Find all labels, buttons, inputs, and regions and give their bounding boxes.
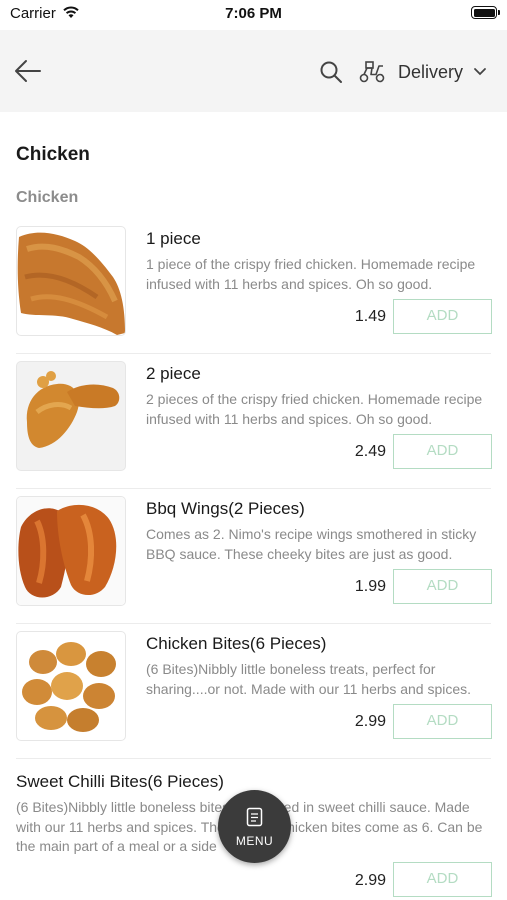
scooter-icon bbox=[359, 61, 385, 83]
add-button[interactable]: ADD bbox=[393, 862, 492, 897]
item-price: 2.99 bbox=[354, 872, 386, 889]
item-description: 1 piece of the crispy fried chicken. Hom… bbox=[146, 256, 476, 292]
item-image bbox=[16, 496, 126, 606]
top-nav-bar: Delivery bbox=[0, 30, 507, 112]
item-price: 1.49 bbox=[354, 308, 386, 325]
menu-card-icon bbox=[246, 807, 263, 827]
menu-button-label: MENU bbox=[235, 834, 274, 848]
menu-item[interactable]: Bbq Wings(2 Pieces) Comes as 2. Nimo's r… bbox=[0, 496, 507, 631]
item-name: Bbq Wings(2 Pieces) bbox=[146, 499, 305, 518]
add-button[interactable]: ADD bbox=[393, 299, 492, 334]
subcategory-title: Chicken bbox=[16, 189, 79, 206]
item-image bbox=[16, 226, 126, 336]
menu-item[interactable]: Chicken Bites(6 Pieces) (6 Bites)Nibbly … bbox=[0, 631, 507, 766]
add-button[interactable]: ADD bbox=[393, 434, 492, 469]
add-button[interactable]: ADD bbox=[393, 569, 492, 604]
clock: 7:06 PM bbox=[225, 5, 282, 22]
item-description: Comes as 2. Nimo's recipe wings smothere… bbox=[146, 526, 477, 562]
item-description: (6 Bites)Nibbly little boneless treats, … bbox=[146, 661, 472, 697]
item-name: Sweet Chilli Bites(6 Pieces) bbox=[16, 772, 224, 791]
menu-item[interactable]: 1 piece 1 piece of the crispy fried chic… bbox=[0, 226, 507, 361]
chevron-down-icon bbox=[474, 68, 486, 76]
item-image bbox=[16, 361, 126, 471]
category-title: Chicken bbox=[16, 144, 90, 165]
item-price: 2.99 bbox=[354, 713, 386, 730]
item-price: 2.49 bbox=[354, 443, 386, 460]
item-name: 2 piece bbox=[146, 364, 201, 383]
item-name: 1 piece bbox=[146, 229, 201, 248]
arrow-left-icon[interactable] bbox=[14, 58, 42, 84]
status-bar: Carrier 7:06 PM bbox=[0, 0, 507, 30]
battery-icon bbox=[471, 6, 500, 19]
item-description: 2 pieces of the crispy fried chicken. Ho… bbox=[146, 391, 483, 427]
add-button[interactable]: ADD bbox=[393, 704, 492, 739]
delivery-mode-selector[interactable]: Delivery bbox=[358, 58, 487, 86]
search-icon[interactable] bbox=[319, 60, 343, 84]
divider bbox=[16, 758, 491, 759]
menu-item[interactable]: 2 piece 2 pieces of the crispy fried chi… bbox=[0, 361, 507, 496]
item-price: 1.99 bbox=[354, 578, 386, 595]
item-name: Chicken Bites(6 Pieces) bbox=[146, 634, 327, 653]
divider bbox=[16, 488, 491, 489]
delivery-label: Delivery bbox=[398, 61, 464, 82]
item-image bbox=[16, 631, 126, 741]
menu-floating-button[interactable]: MENU bbox=[218, 790, 291, 863]
divider bbox=[16, 623, 491, 624]
divider bbox=[16, 353, 491, 354]
